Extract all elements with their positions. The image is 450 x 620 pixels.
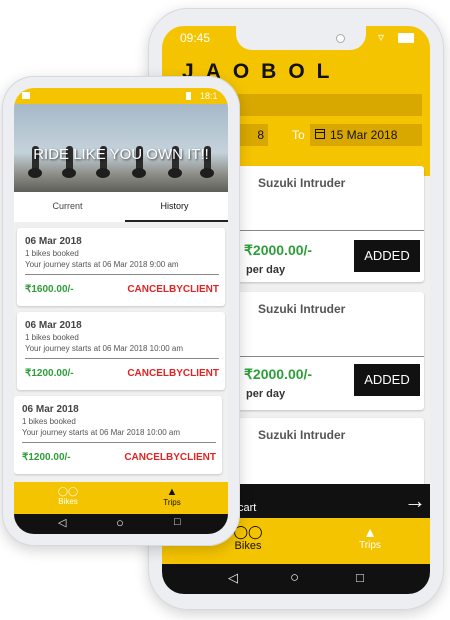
bike-price: ₹2000.00/- xyxy=(244,242,313,258)
nav-label: Trips xyxy=(359,540,381,551)
status-bar: 18:1 xyxy=(14,88,228,104)
tab-current[interactable]: Current xyxy=(14,201,121,211)
bike-figure xyxy=(200,168,214,178)
recents-icon[interactable]: □ xyxy=(174,516,181,528)
cart-label: cart xyxy=(238,502,257,514)
status-time: 09:45 xyxy=(180,31,211,45)
divider xyxy=(22,442,216,443)
trip-bikes-booked: 1 bikes booked xyxy=(25,249,79,258)
divider xyxy=(25,274,219,275)
trip-journey-start: Your journey starts at 06 Mar 2018 10:00… xyxy=(25,344,184,353)
home-icon[interactable]: ○ xyxy=(116,515,124,530)
bike-card: Suzuki Intruder ₹2000.00/- per day ADDED xyxy=(238,292,424,410)
home-icon[interactable]: ○ xyxy=(290,569,299,586)
trip-card[interactable]: 06 Mar 2018 1 bikes booked Your journey … xyxy=(17,228,225,306)
trip-date: 06 Mar 2018 xyxy=(22,404,79,415)
system-nav: ◁ ○ □ xyxy=(14,514,228,534)
to-label: To xyxy=(292,128,305,142)
nav-item-trips[interactable]: ▲ Trips xyxy=(142,486,202,507)
trip-date: 06 Mar 2018 xyxy=(25,320,82,331)
bike-price: ₹2000.00/- xyxy=(244,366,313,382)
back-icon[interactable]: ◁ xyxy=(228,570,238,586)
bike-card: Suzuki Intruder ₹2000.00/- per day ADDED xyxy=(238,166,424,282)
front-phone: 18:1 RIDE LIKE YOU OWN IT!! Current Hist… xyxy=(2,76,240,546)
cart-bar[interactable]: cart → xyxy=(232,484,430,518)
navigation-icon: ▲ xyxy=(166,486,178,498)
trip-journey-start: Your journey starts at 06 Mar 2018 9:00 … xyxy=(25,260,179,269)
square-icon xyxy=(22,92,30,99)
active-tab-indicator xyxy=(125,220,228,222)
trip-journey-start: Your journey starts at 06 Mar 2018 10:00… xyxy=(22,428,181,437)
hero-title: RIDE LIKE YOU OWN IT!! xyxy=(33,146,209,163)
nav-item-bikes[interactable]: ◯◯ Bikes xyxy=(38,486,98,506)
bike-name: Suzuki Intruder xyxy=(258,302,346,316)
tab-bar: Current History xyxy=(14,192,228,222)
trip-amount: ₹1200.00/- xyxy=(25,368,74,379)
nav-label: Bikes xyxy=(58,497,78,506)
bike-name: Suzuki Intruder xyxy=(258,176,346,190)
bicycle-icon: ◯◯ xyxy=(57,486,79,496)
trip-bikes-booked: 1 bikes booked xyxy=(25,333,79,342)
battery-icon xyxy=(186,92,191,100)
trip-status: CANCELBYCLIENT xyxy=(127,284,219,295)
trip-card[interactable]: 06 Mar 2018 1 bikes booked Your journey … xyxy=(14,396,222,474)
divider xyxy=(25,358,219,359)
trip-amount: ₹1600.00/- xyxy=(25,284,74,295)
bike-price-unit: per day xyxy=(246,264,286,276)
trip-amount: ₹1200.00/- xyxy=(22,452,71,463)
bike-figure xyxy=(62,168,76,178)
bike-name: Suzuki Intruder xyxy=(258,428,346,442)
navigation-icon: ▲ xyxy=(363,524,377,540)
divider xyxy=(238,230,424,231)
nav-item-trips[interactable]: ▲ Trips xyxy=(340,524,400,551)
battery-icon xyxy=(398,33,414,43)
added-button[interactable]: ADDED xyxy=(354,364,420,396)
arrow-right-icon[interactable]: → xyxy=(404,488,426,514)
bike-card: Suzuki Intruder xyxy=(238,418,424,488)
date-to-field[interactable]: 15 Mar 2018 xyxy=(310,124,422,146)
trip-status: CANCELBYCLIENT xyxy=(124,452,216,463)
hero-banner: RIDE LIKE YOU OWN IT!! xyxy=(14,104,228,192)
system-nav: ◁ ○ □ xyxy=(162,564,430,594)
divider xyxy=(238,356,424,357)
bike-figure xyxy=(96,168,110,178)
trip-history-screen: 18:1 RIDE LIKE YOU OWN IT!! Current Hist… xyxy=(14,88,228,534)
trip-date: 06 Mar 2018 xyxy=(25,236,82,247)
bike-figure xyxy=(132,168,146,178)
phone-notch xyxy=(236,26,366,50)
camera-icon xyxy=(336,34,345,43)
bottom-nav: ◯◯ Bikes ▲ Trips xyxy=(14,482,228,514)
recents-icon[interactable]: □ xyxy=(356,570,364,585)
trip-card[interactable]: 06 Mar 2018 1 bikes booked Your journey … xyxy=(17,312,225,390)
bike-figure xyxy=(28,168,42,178)
added-button[interactable]: ADDED xyxy=(354,240,420,272)
tab-history[interactable]: History xyxy=(121,201,228,211)
back-icon[interactable]: ◁ xyxy=(58,516,66,529)
date-to-value: 15 Mar 2018 xyxy=(330,128,398,142)
wifi-icon: ▿ xyxy=(378,30,385,44)
calendar-icon xyxy=(315,129,325,139)
bike-figure xyxy=(168,168,182,178)
bike-price-unit: per day xyxy=(246,388,286,400)
nav-label: Bikes xyxy=(234,540,262,552)
trip-bikes-booked: 1 bikes booked xyxy=(22,417,76,426)
trip-status: CANCELBYCLIENT xyxy=(127,368,219,379)
status-time: 18:1 xyxy=(200,91,218,101)
nav-label: Trips xyxy=(163,498,181,507)
